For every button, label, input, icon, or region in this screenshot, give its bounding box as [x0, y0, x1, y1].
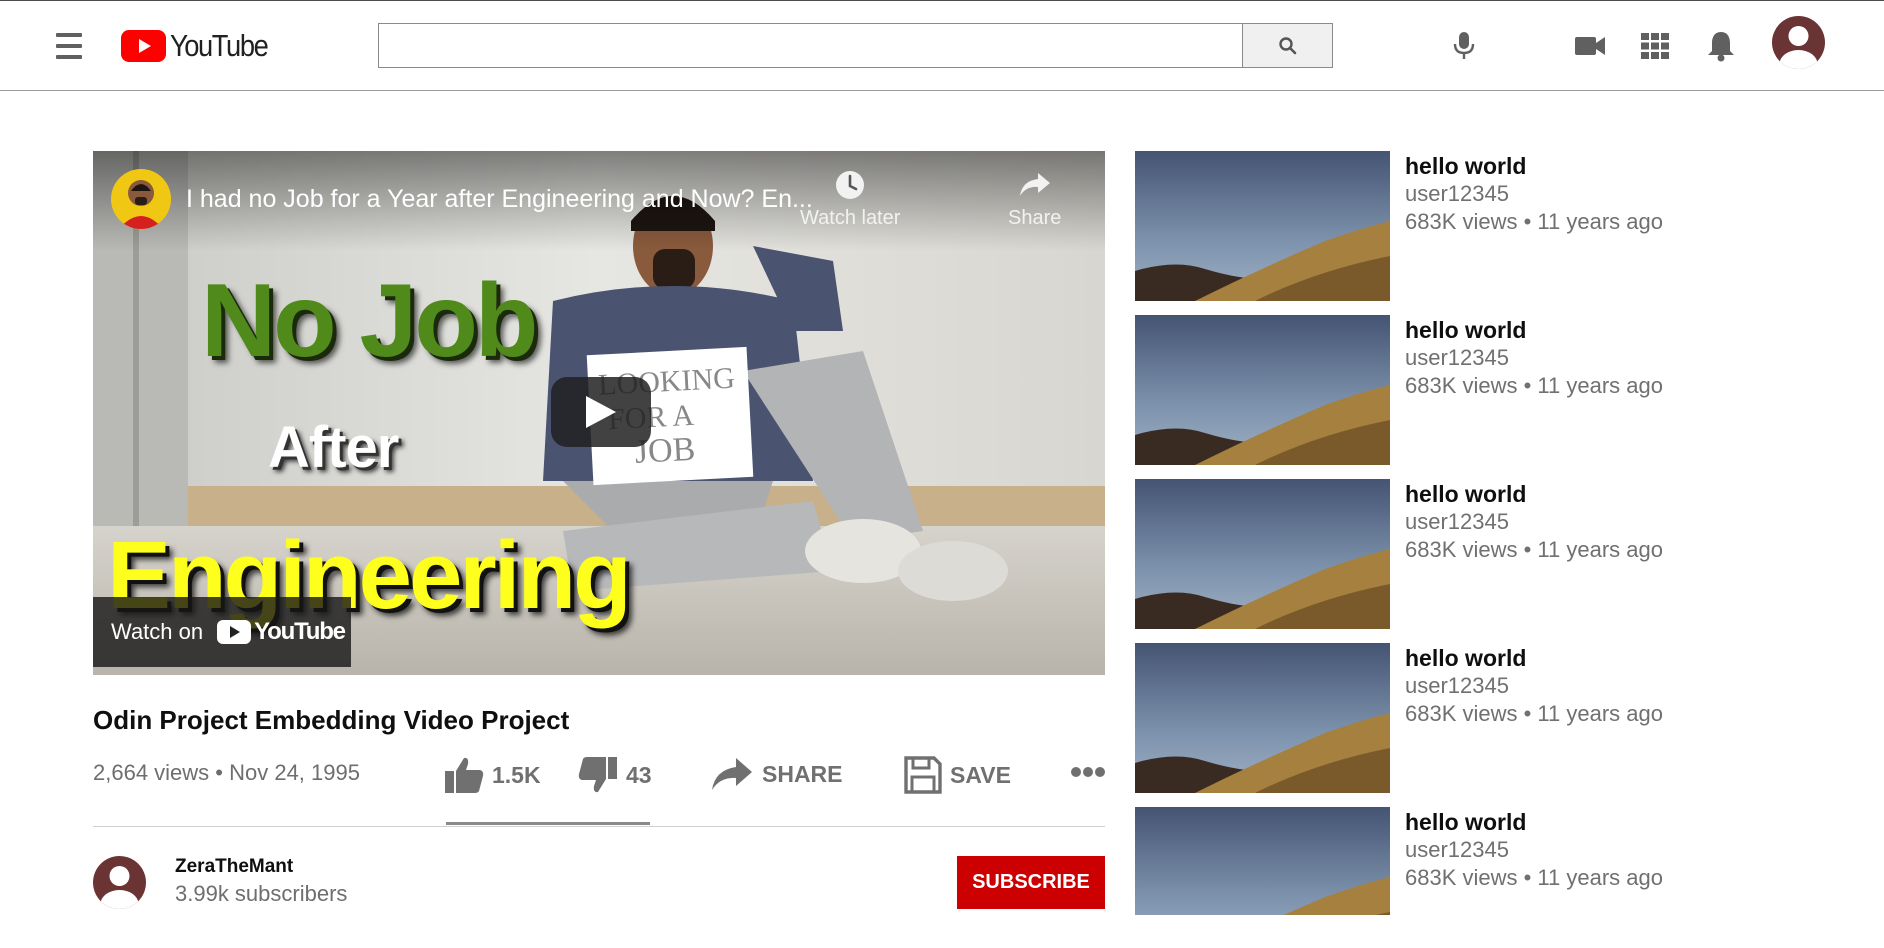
play-icon	[586, 396, 616, 428]
thumbnail-text-line1: No Job	[201, 263, 538, 379]
person-icon	[100, 866, 139, 909]
watch-on-wordmark: YouTube	[254, 618, 346, 645]
recommendation-meta: 683K views • 11 years ago	[1405, 209, 1663, 234]
watch-later-button[interactable]: Watch later	[800, 169, 900, 230]
top-header: YouTube	[0, 0, 1884, 91]
recommendation-item[interactable]: hello world user12345 683K views • 11 year…	[1135, 479, 1855, 629]
thumbs-up-icon	[445, 757, 484, 793]
like-count: 1.5K	[492, 761, 541, 788]
share-overlay-button[interactable]: Share	[1008, 169, 1061, 230]
channel-avatar-overlay[interactable]	[111, 169, 171, 229]
subscribe-button[interactable]: SUBSCRIBE	[957, 856, 1105, 909]
hamburger-menu-icon[interactable]	[56, 33, 86, 59]
search-input[interactable]	[378, 23, 1243, 68]
dislike-button[interactable]: 43	[578, 756, 652, 794]
thumbs-down-icon	[578, 757, 617, 793]
recommendation-item[interactable]: hello world user12345 683K views • 11 year…	[1135, 807, 1855, 915]
microphone-icon[interactable]	[1450, 29, 1478, 63]
floppy-disk-icon	[904, 756, 942, 794]
user-avatar[interactable]	[1772, 16, 1825, 69]
watch-on-label: Watch on	[111, 619, 204, 644]
recommendation-meta: 683K views • 11 years ago	[1405, 537, 1663, 562]
recommendation-channel[interactable]: user12345	[1405, 345, 1509, 371]
video-title: Odin Project Embedding Video Project	[93, 705, 570, 735]
recommendation-thumbnail[interactable]	[1135, 807, 1390, 915]
youtube-logo[interactable]: YouTube	[121, 28, 281, 64]
bell-icon[interactable]	[1706, 29, 1736, 63]
video-views-date: 2,664 views • Nov 24, 1995	[93, 760, 360, 785]
youtube-play-logo-icon	[121, 30, 166, 62]
recommendation-channel[interactable]: user12345	[1405, 837, 1509, 863]
recommendation-title[interactable]: hello world	[1405, 809, 1526, 836]
watch-later-label: Watch later	[800, 207, 901, 229]
more-dots-icon	[1071, 767, 1105, 777]
magnifier-icon	[1278, 36, 1296, 54]
save-button[interactable]: SAVE	[904, 756, 1011, 794]
recommendation-thumbnail[interactable]	[1135, 315, 1390, 465]
play-button[interactable]	[551, 377, 651, 447]
recommendation-title[interactable]: hello world	[1405, 481, 1526, 508]
search-button[interactable]	[1242, 23, 1333, 68]
recommendation-channel[interactable]: user12345	[1405, 509, 1509, 535]
dislike-count: 43	[626, 761, 652, 788]
recommendation-title[interactable]: hello world	[1405, 645, 1526, 672]
youtube-play-logo-icon	[217, 620, 252, 644]
grid-apps-icon[interactable]	[1640, 32, 1670, 60]
share-button[interactable]: SHARE	[710, 756, 843, 792]
watch-on-youtube-logo: YouTube	[217, 618, 346, 646]
recommendation-item[interactable]: hello world user12345 683K views • 11 year…	[1135, 643, 1855, 793]
like-button[interactable]: 1.5K	[444, 756, 541, 794]
recommendation-thumbnail[interactable]	[1135, 151, 1390, 301]
recommendation-meta: 683K views • 11 years ago	[1405, 865, 1663, 890]
recommendation-channel[interactable]: user12345	[1405, 673, 1509, 699]
recommendation-meta: 683K views • 11 years ago	[1405, 701, 1663, 726]
clock-icon	[836, 171, 865, 199]
recommendation-item[interactable]: hello world user12345 683K views • 11 year…	[1135, 151, 1855, 301]
channel-avatar[interactable]	[93, 856, 146, 909]
thumbnail-text-line2: After	[268, 415, 399, 480]
recommendation-thumbnail[interactable]	[1135, 643, 1390, 793]
share-arrow-icon	[712, 758, 752, 790]
channel-name[interactable]: ZeraTheMant	[175, 856, 293, 878]
share-arrow-icon	[1019, 173, 1050, 196]
overlay-video-title[interactable]: I had no Job for a Year after Engineerin…	[186, 185, 846, 214]
share-overlay-label: Share	[1008, 207, 1062, 229]
save-label: SAVE	[950, 761, 1011, 788]
more-actions-button[interactable]	[1070, 766, 1114, 778]
video-camera-icon[interactable]	[1573, 31, 1607, 61]
recommendation-channel[interactable]: user12345	[1405, 181, 1509, 207]
recommendation-title[interactable]: hello world	[1405, 153, 1526, 180]
info-divider	[93, 826, 1105, 827]
person-icon	[1779, 26, 1818, 69]
logo-wordmark: YouTube	[170, 28, 269, 63]
video-player[interactable]: LOOKING FOR A JOB No Job After Engineeri…	[93, 151, 1105, 675]
subscriber-count: 3.99k subscribers	[175, 881, 348, 906]
recommendation-item[interactable]: hello world user12345 683K views • 11 year…	[1135, 315, 1855, 465]
recommendation-thumbnail[interactable]	[1135, 479, 1390, 629]
watch-on-youtube-button[interactable]: Watch on YouTube	[93, 597, 351, 667]
share-label: SHARE	[762, 760, 843, 787]
like-dislike-ratio-bar	[446, 822, 650, 825]
recommendation-meta: 683K views • 11 years ago	[1405, 373, 1663, 398]
recommendation-title[interactable]: hello world	[1405, 317, 1526, 344]
